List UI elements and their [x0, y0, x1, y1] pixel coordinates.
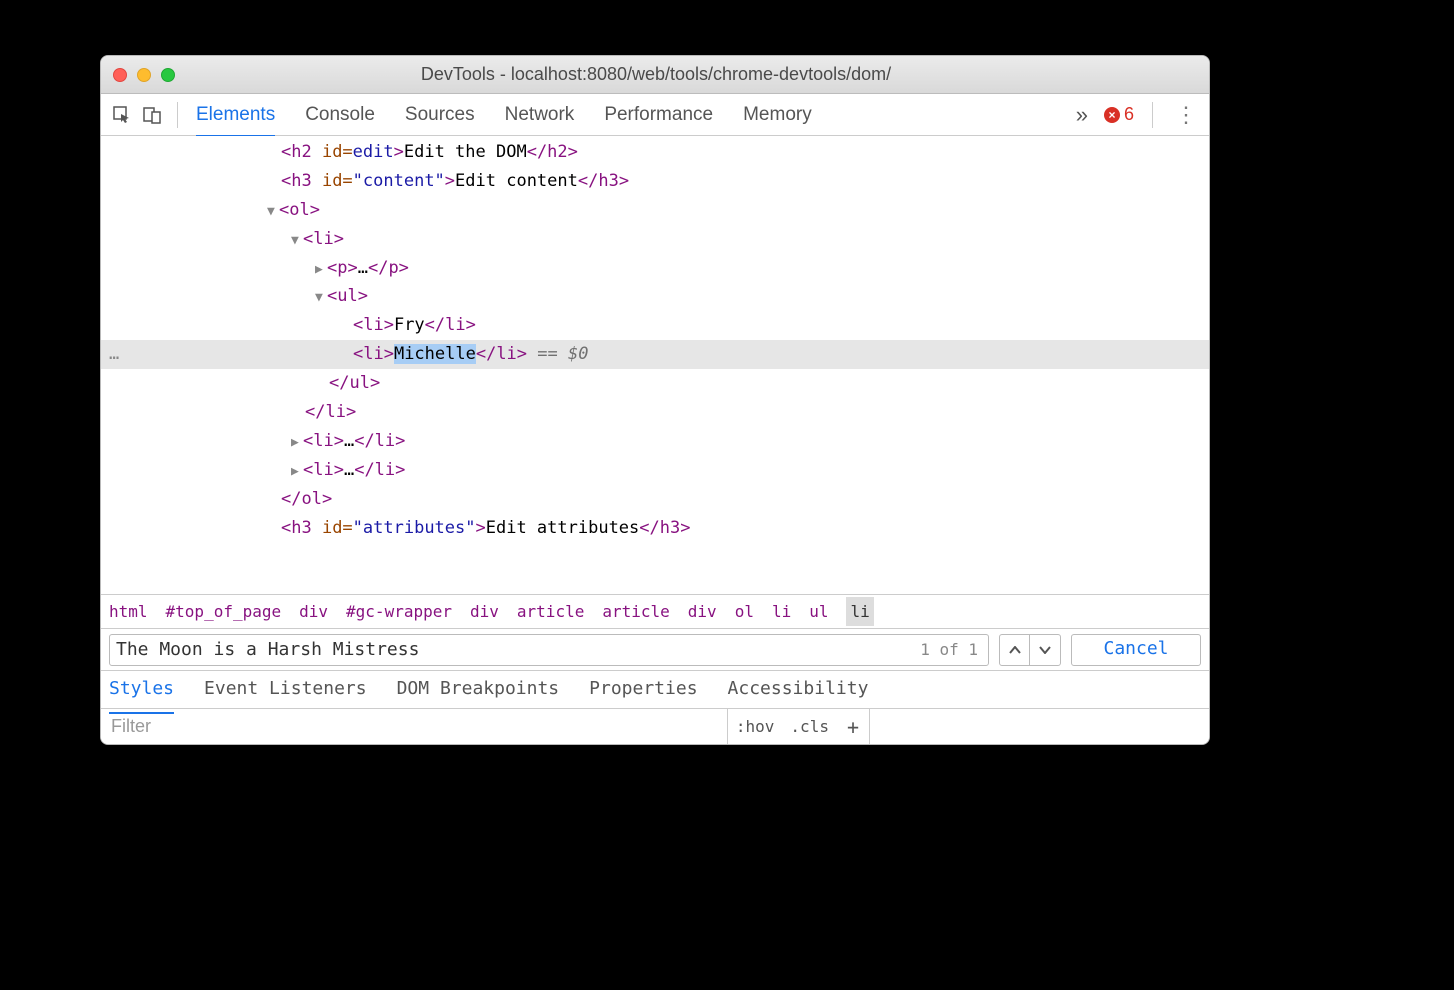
- dom-node-ol-open[interactable]: ▼<ol>: [101, 196, 1209, 225]
- styles-tabs: Styles Event Listeners DOM Breakpoints P…: [101, 670, 1209, 708]
- filter-input[interactable]: [101, 709, 727, 744]
- dom-node-h2[interactable]: <h2 id=edit>Edit the DOM</h2>: [101, 138, 1209, 167]
- cls-toggle[interactable]: .cls: [782, 709, 837, 744]
- dom-node-h3-content[interactable]: <h3 id="content">Edit content</h3>: [101, 167, 1209, 196]
- settings-menu-icon[interactable]: ⋮: [1169, 102, 1203, 128]
- crumb-div[interactable]: div: [688, 598, 717, 625]
- prev-match-icon[interactable]: [1000, 635, 1030, 665]
- new-style-rule-icon[interactable]: +: [837, 709, 869, 744]
- crumb-ol[interactable]: ol: [735, 598, 754, 625]
- main-toolbar: Elements Console Sources Network Perform…: [101, 94, 1209, 136]
- tab-console[interactable]: Console: [305, 104, 375, 126]
- subtab-dom-breakpoints[interactable]: DOM Breakpoints: [397, 674, 560, 705]
- devtools-window: DevTools - localhost:8080/web/tools/chro…: [100, 55, 1210, 745]
- dom-node-li-collapsed[interactable]: ▶<li>…</li>: [101, 427, 1209, 456]
- hov-toggle[interactable]: :hov: [728, 709, 783, 744]
- more-tabs-icon[interactable]: »: [1068, 102, 1096, 128]
- dom-node-ul-close[interactable]: </ul>: [101, 369, 1209, 398]
- error-icon: ×: [1104, 107, 1120, 123]
- crumb-article[interactable]: article: [517, 598, 584, 625]
- crumb-div[interactable]: div: [470, 598, 499, 625]
- styles-filter-bar: :hov .cls +: [101, 708, 1209, 744]
- dom-node-li-close[interactable]: </li>: [101, 398, 1209, 427]
- tab-network[interactable]: Network: [505, 104, 575, 126]
- tab-elements[interactable]: Elements: [196, 104, 275, 137]
- style-toggles: :hov .cls +: [727, 709, 869, 744]
- dom-node-li-open[interactable]: ▼<li>: [101, 225, 1209, 254]
- tab-memory[interactable]: Memory: [743, 104, 812, 126]
- dom-node-li-collapsed[interactable]: ▶<li>…</li>: [101, 456, 1209, 485]
- tab-sources[interactable]: Sources: [405, 104, 475, 126]
- elements-panel: <h2 id=edit>Edit the DOM</h2> <h3 id="co…: [101, 136, 1209, 744]
- divider: [177, 102, 178, 128]
- titlebar: DevTools - localhost:8080/web/tools/chro…: [101, 56, 1209, 94]
- dom-node-ul-open[interactable]: ▼<ul>: [101, 282, 1209, 311]
- dom-tree[interactable]: <h2 id=edit>Edit the DOM</h2> <h3 id="co…: [101, 136, 1209, 594]
- crumb-div[interactable]: div: [299, 598, 328, 625]
- dom-node-h3-attributes[interactable]: <h3 id="attributes">Edit attributes</h3>: [101, 514, 1209, 543]
- subtab-event-listeners[interactable]: Event Listeners: [204, 674, 367, 705]
- crumb-top-of-page[interactable]: #top_of_page: [166, 598, 282, 625]
- search-input[interactable]: [116, 639, 916, 660]
- dom-node-li-fry[interactable]: <li>Fry</li>: [101, 311, 1209, 340]
- dom-node-ol-close[interactable]: </ol>: [101, 485, 1209, 514]
- crumb-li-selected[interactable]: li: [846, 597, 873, 626]
- crumb-li[interactable]: li: [772, 598, 791, 625]
- error-count: 6: [1124, 104, 1134, 125]
- match-count: 1 of 1: [916, 636, 982, 663]
- crumb-html[interactable]: html: [109, 598, 148, 625]
- subtab-accessibility[interactable]: Accessibility: [728, 674, 869, 705]
- cancel-button[interactable]: Cancel: [1071, 634, 1201, 666]
- overflow-icon[interactable]: …: [109, 340, 119, 369]
- next-match-icon[interactable]: [1030, 635, 1060, 665]
- crumb-article[interactable]: article: [602, 598, 669, 625]
- tab-performance[interactable]: Performance: [604, 104, 713, 126]
- dom-node-p[interactable]: ▶<p>…</p>: [101, 254, 1209, 283]
- search-input-wrapper: 1 of 1: [109, 634, 989, 666]
- divider: [1152, 102, 1153, 128]
- device-toolbar-icon[interactable]: [137, 100, 167, 130]
- crumb-gc-wrapper[interactable]: #gc-wrapper: [346, 598, 452, 625]
- breadcrumb: html #top_of_page div #gc-wrapper div ar…: [101, 594, 1209, 628]
- window-title: DevTools - localhost:8080/web/tools/chro…: [115, 64, 1197, 85]
- inspect-element-icon[interactable]: [107, 100, 137, 130]
- search-nav: [999, 634, 1061, 666]
- panel-tabs: Elements Console Sources Network Perform…: [196, 104, 1068, 126]
- subtab-properties[interactable]: Properties: [589, 674, 697, 705]
- crumb-ul[interactable]: ul: [809, 598, 828, 625]
- dom-node-li-michelle[interactable]: …<li>Michelle</li> == $0: [101, 340, 1209, 369]
- error-badge[interactable]: × 6: [1104, 104, 1134, 125]
- search-bar: 1 of 1 Cancel: [101, 628, 1209, 670]
- computed-pane: [869, 709, 1209, 744]
